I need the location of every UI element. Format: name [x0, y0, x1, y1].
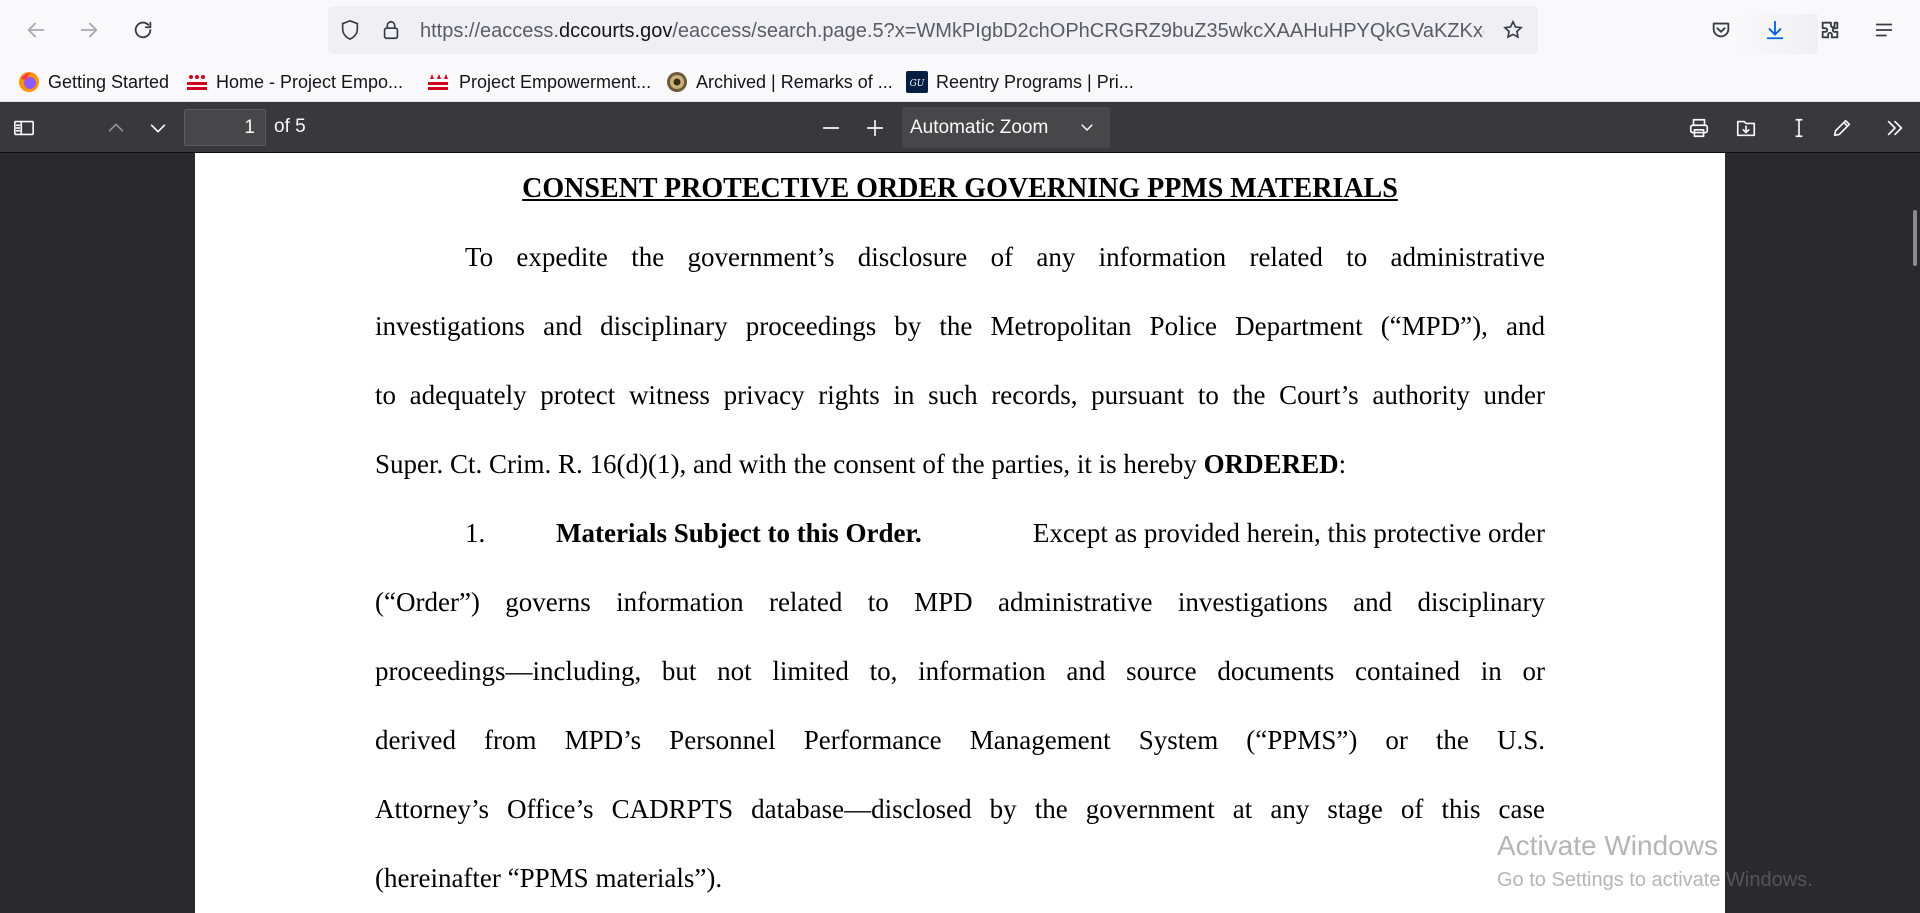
address-bar[interactable]: https://eaccess.dccourts.gov/eaccess/sea…: [328, 6, 1818, 54]
paragraph-line: (hereinafter “PPMS materials”).: [375, 863, 723, 893]
bookmark-label: Archived | Remarks of ...: [696, 71, 893, 92]
reload-icon: [134, 21, 152, 39]
back-icon: [27, 22, 45, 38]
plus-icon: [866, 119, 884, 137]
url-path: /eaccess/search.page.5?x=WMkPIgbD2chOPhC…: [672, 20, 1484, 42]
paragraph-line: proceedings—including, but not limited t…: [375, 656, 1545, 686]
document-title: CONSENT PROTECTIVE ORDER GOVERNING PPMS …: [522, 173, 1398, 204]
scrollbar-thumb[interactable]: [1913, 210, 1917, 266]
downloads-button[interactable]: [1757, 12, 1793, 48]
paragraph-line: derived from MPD’s Personnel Performance…: [375, 725, 1545, 755]
download-icon: [1766, 20, 1784, 40]
paragraph-line: Super. Ct. Crim. R. 16(d)(1), and with t…: [375, 447, 1545, 481]
line-text: Super. Ct. Crim. R. 16(d)(1), and with t…: [375, 449, 1204, 479]
zoom-in-button[interactable]: [859, 112, 891, 144]
browser-toolbar: https://eaccess.dccourts.gov/eaccess/sea…: [0, 0, 1920, 62]
dc-flag-icon: [187, 75, 207, 90]
previous-page-button[interactable]: [100, 112, 132, 144]
url-prefix: https://eaccess.: [420, 20, 559, 42]
bookmark-home-project-empo[interactable]: Home - Project Empo...: [186, 68, 403, 96]
bookmark-reentry-programs[interactable]: GU Reentry Programs | Pri...: [906, 68, 1134, 96]
pdf-page: CONSENT PROTECTIVE ORDER GOVERNING PPMS …: [195, 153, 1725, 913]
text-cursor-icon: [1795, 118, 1803, 138]
ordered-text: ORDERED: [1203, 449, 1339, 479]
pencil-icon: [1833, 119, 1851, 137]
bookmark-label: Reentry Programs | Pri...: [936, 71, 1134, 92]
paragraph-line: Attorney’s Office’s CADRPTS database—dis…: [375, 794, 1545, 824]
firefox-icon: [19, 72, 39, 92]
pocket-icon: [1712, 22, 1730, 38]
back-button[interactable]: [18, 12, 54, 48]
activation-watermark-title: Activate Windows: [1497, 830, 1718, 861]
gu-icon: GU: [906, 71, 928, 93]
url-text[interactable]: https://eaccess.dccourts.gov/eaccess/sea…: [420, 19, 1484, 43]
zoom-value: Automatic Zoom: [910, 117, 1049, 138]
url-host: dccourts.gov: [558, 20, 673, 42]
bookmark-project-empowerment[interactable]: Project Empowerment...: [425, 68, 651, 96]
double-chevron-right-icon: [1887, 120, 1903, 136]
print-button[interactable]: [1683, 112, 1715, 144]
page-number-input[interactable]: [184, 109, 266, 146]
bookmark-label: Project Empowerment...: [459, 71, 652, 92]
seal-icon: [667, 72, 687, 92]
activation-watermark-subtitle: Go to Settings to activate Windows.: [1497, 869, 1813, 891]
extensions-button[interactable]: [1812, 12, 1848, 48]
bookmark-archived-remarks[interactable]: Archived | Remarks of ...: [666, 68, 893, 96]
bookmark-label: Getting Started: [48, 71, 170, 92]
zoom-out-button[interactable]: [815, 112, 847, 144]
menu-icon: [1875, 23, 1893, 37]
extensions-icon: [1821, 21, 1839, 39]
page-count: of 5: [274, 116, 306, 137]
svg-text:GU: GU: [910, 79, 925, 89]
star-icon[interactable]: [1502, 19, 1524, 41]
line-text: :: [1338, 449, 1347, 479]
sidebar-icon: [14, 120, 34, 136]
pocket-button[interactable]: [1703, 12, 1739, 48]
paragraph-line: (“Order”) governs information related to…: [375, 587, 1545, 617]
forward-button[interactable]: [71, 12, 107, 48]
chevron-down-icon: [1078, 118, 1096, 136]
shield-icon[interactable]: [339, 19, 361, 41]
reload-button[interactable]: [125, 12, 161, 48]
menu-button[interactable]: [1866, 12, 1902, 48]
text-select-button[interactable]: [1783, 112, 1815, 144]
bookmarks-toolbar: Getting Started Home - Project Empo... P…: [0, 62, 1920, 102]
bookmark-label: Home - Project Empo...: [216, 71, 404, 92]
minus-icon: [822, 127, 840, 129]
line-text: Except as provided herein, this protecti…: [1032, 518, 1545, 548]
sidebar-toggle-button[interactable]: [8, 112, 40, 144]
print-icon: [1689, 118, 1709, 138]
next-page-button[interactable]: [142, 112, 174, 144]
forward-icon: [80, 22, 98, 38]
section-heading: Materials Subject to this Order.: [556, 518, 922, 548]
paragraph-line: investigations and disciplinary proceedi…: [375, 311, 1545, 341]
paragraph-line: to adequately protect witness privacy ri…: [375, 380, 1545, 410]
tools-button[interactable]: [1879, 112, 1911, 144]
chevron-down-icon: [150, 124, 166, 133]
dc-flag-icon: [428, 74, 448, 90]
save-button[interactable]: [1730, 112, 1762, 144]
chevron-up-icon: [108, 123, 124, 132]
save-icon: [1736, 120, 1756, 137]
zoom-select[interactable]: Automatic Zoom: [902, 107, 1110, 148]
draw-button[interactable]: [1826, 112, 1858, 144]
section-number: 1.: [465, 518, 486, 548]
paragraph-line: To expedite the government’s disclosure …: [465, 242, 1545, 272]
bookmark-getting-started[interactable]: Getting Started: [18, 68, 169, 96]
lock-icon[interactable]: [380, 19, 402, 41]
